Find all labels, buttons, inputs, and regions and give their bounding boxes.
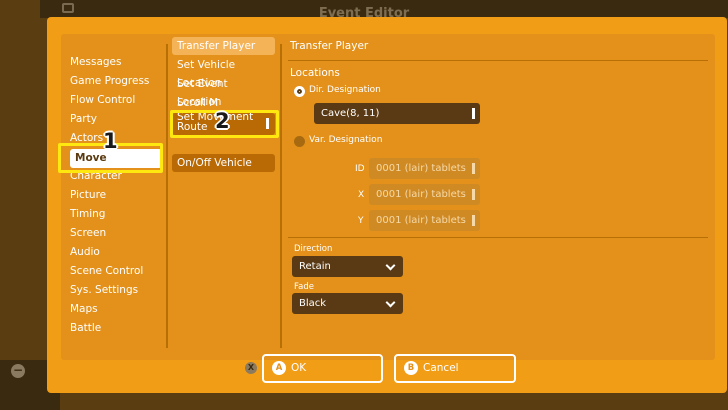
transfer-player-dialog: Messages Game Progress Flow Control Part…: [47, 17, 727, 393]
direction-dropdown[interactable]: Retain: [292, 256, 403, 277]
direction-label: Direction: [294, 244, 333, 254]
b-button-glyph-icon: B: [404, 361, 418, 375]
var-y-label: Y: [358, 216, 364, 226]
fade-value: Black: [299, 298, 327, 309]
command-on-off-vehicle[interactable]: On/Off Vehicle: [172, 154, 275, 172]
x-button-glyph-icon: X: [245, 362, 257, 374]
fade-dropdown[interactable]: Black: [292, 293, 403, 314]
direction-value: Retain: [299, 261, 331, 272]
ok-button[interactable]: A OK: [262, 354, 383, 383]
section-divider: [288, 237, 708, 238]
category-audio[interactable]: Audio: [70, 243, 162, 262]
chevron-down-icon: [385, 297, 396, 308]
category-game-progress[interactable]: Game Progress: [70, 72, 162, 91]
var-x-label: X: [358, 190, 365, 200]
field-cursor: [472, 108, 475, 119]
dir-designation-field[interactable]: Cave(8, 11): [314, 103, 480, 124]
detail-title: Transfer Player: [290, 40, 369, 52]
var-id-field[interactable]: 0001 (lair) tablets: [369, 158, 480, 179]
a-button-glyph-icon: A: [272, 361, 286, 375]
detail-title-divider: [288, 60, 708, 61]
locations-label: Locations: [290, 67, 340, 79]
category-maps[interactable]: Maps: [70, 300, 162, 319]
category-flow-control[interactable]: Flow Control: [70, 91, 162, 110]
command-set-event-location[interactable]: Set Event Location: [172, 75, 275, 108]
category-messages[interactable]: Messages: [70, 53, 162, 72]
var-designation-radio[interactable]: [294, 136, 305, 147]
category-picture[interactable]: Picture: [70, 186, 162, 205]
cancel-button[interactable]: B Cancel: [394, 354, 516, 383]
var-designation-label: Var. Designation: [309, 135, 383, 145]
category-scene-control[interactable]: Scene Control: [70, 262, 162, 281]
field-cursor: [472, 189, 475, 200]
dir-designation-radio[interactable]: [294, 86, 305, 97]
category-timing[interactable]: Timing: [70, 205, 162, 224]
divider-categories: [166, 44, 168, 348]
category-sys-settings[interactable]: Sys. Settings: [70, 281, 162, 300]
category-battle[interactable]: Battle: [70, 319, 162, 338]
dir-designation-value: Cave(8, 11): [321, 108, 380, 119]
category-screen[interactable]: Screen: [70, 224, 162, 243]
cancel-label: Cancel: [423, 362, 459, 374]
command-set-vehicle-location[interactable]: Set Vehicle Location: [172, 56, 275, 89]
ok-label: OK: [291, 362, 307, 374]
chevron-down-icon: [385, 260, 396, 271]
var-x-value: 0001 (lair) tablets: [376, 189, 466, 200]
dialog-content-panel: Messages Game Progress Flow Control Part…: [58, 34, 715, 360]
field-cursor: [472, 163, 475, 174]
command-transfer-player[interactable]: Transfer Player: [172, 37, 275, 55]
field-cursor: [472, 215, 475, 226]
annotation-badge-2: 2: [215, 109, 230, 133]
var-y-value: 0001 (lair) tablets: [376, 215, 466, 226]
var-id-value: 0001 (lair) tablets: [376, 163, 466, 174]
minus-icon: −: [11, 363, 25, 378]
var-y-field[interactable]: 0001 (lair) tablets: [369, 210, 480, 231]
divider-commands: [280, 44, 282, 348]
dir-designation-label: Dir. Designation: [309, 85, 381, 95]
fade-label: Fade: [294, 282, 314, 292]
category-party[interactable]: Party: [70, 110, 162, 129]
var-x-field[interactable]: 0001 (lair) tablets: [369, 184, 480, 205]
annotation-badge-1: 1: [103, 129, 118, 153]
var-id-label: ID: [355, 164, 365, 174]
